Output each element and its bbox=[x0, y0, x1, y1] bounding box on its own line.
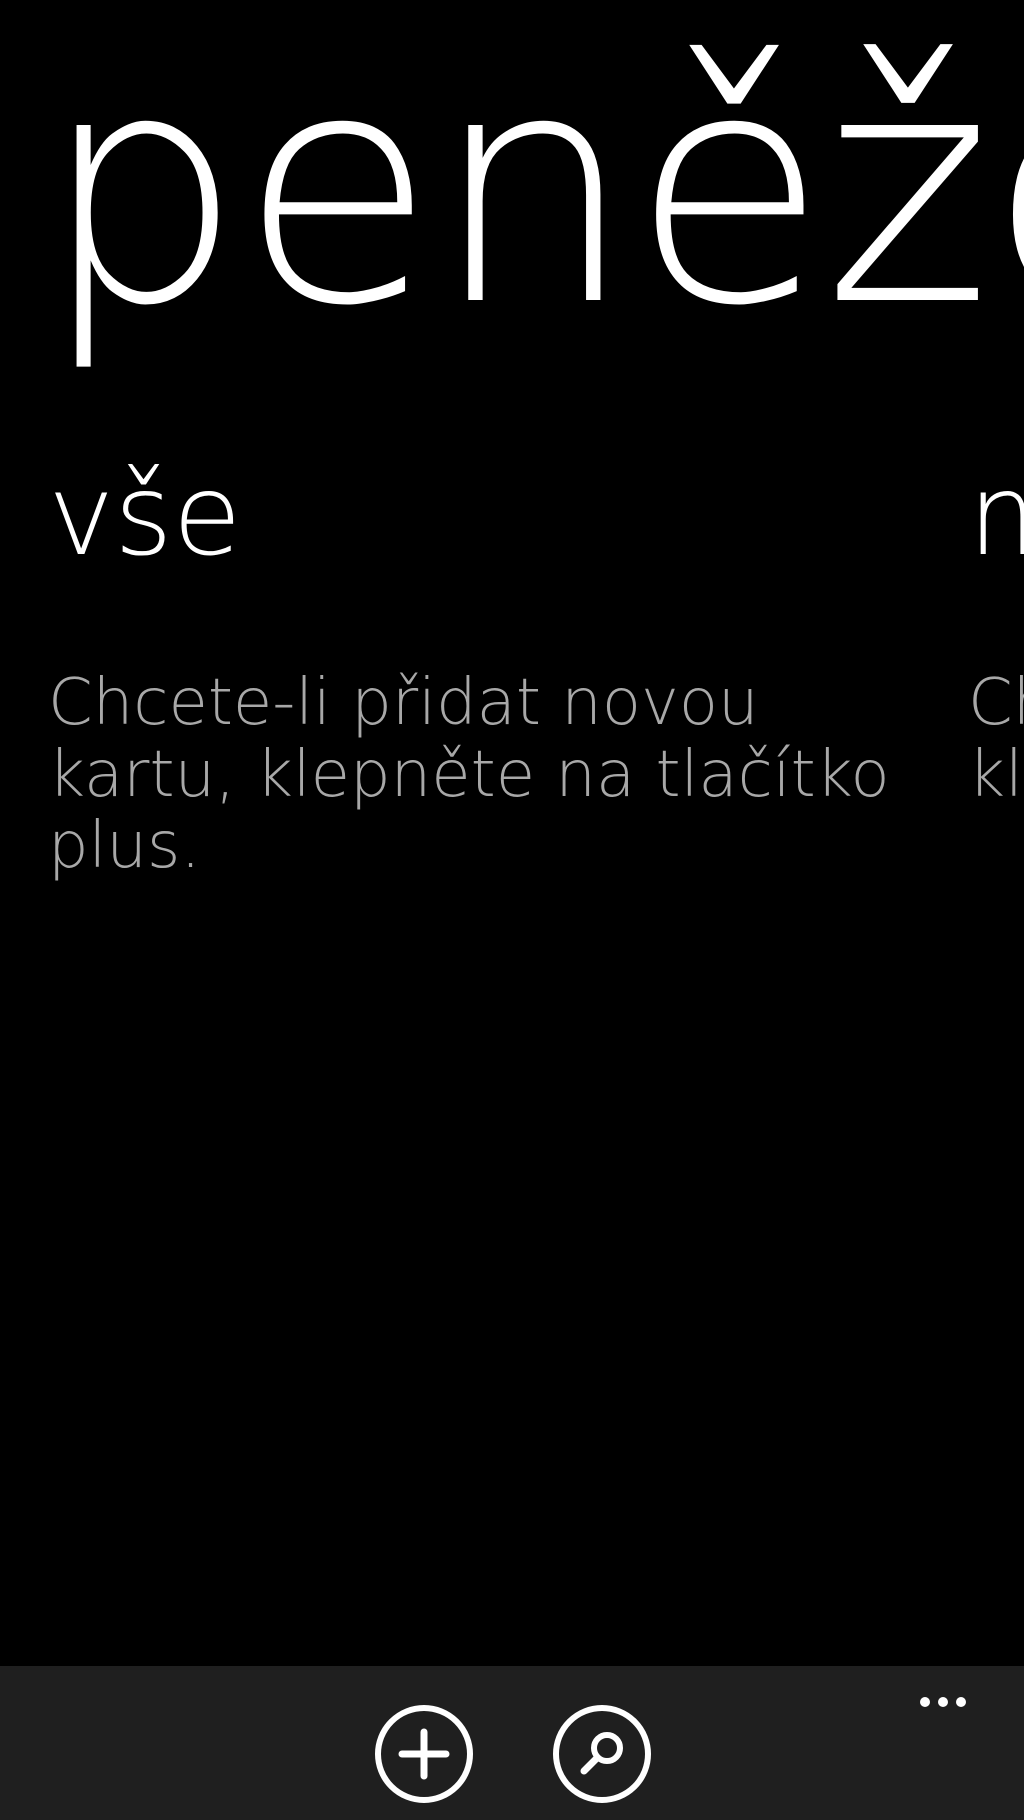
app-title: peněženka bbox=[40, 4, 1024, 376]
ellipsis-icon[interactable] bbox=[908, 1682, 978, 1722]
empty-state-message: Chcete-li přidat novou kartu, klepněte n… bbox=[48, 666, 890, 884]
empty-state-message-next: Chcete-li najít nabídky, klepněte na hle… bbox=[968, 666, 1024, 812]
search-button[interactable] bbox=[550, 1702, 654, 1806]
pivot-item-local[interactable]: místní bbox=[968, 460, 1024, 572]
search-icon bbox=[553, 1705, 651, 1803]
pivot-item-all[interactable]: vše bbox=[48, 460, 242, 572]
add-icon bbox=[375, 1705, 473, 1803]
wallet-screen: peněženka vše místní Chcete-li přidat no… bbox=[0, 0, 1024, 1820]
add-button[interactable] bbox=[372, 1702, 476, 1806]
app-bar bbox=[0, 1666, 1024, 1820]
